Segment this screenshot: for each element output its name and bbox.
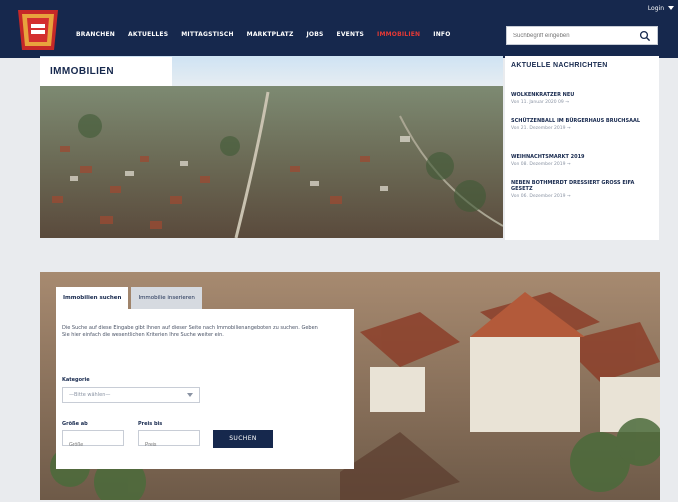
search-input[interactable] <box>513 31 639 41</box>
category-select-value: —Bitte wählen— <box>69 392 111 398</box>
nav-item-branchen[interactable]: BRANCHEN <box>76 31 115 38</box>
search-icon[interactable] <box>639 30 651 42</box>
nav-item-immobilien[interactable]: IMMOBILIEN <box>377 31 420 38</box>
news-item-date: Von 06. Dezember 2019 → <box>511 194 571 199</box>
nav-item-jobs[interactable]: JOBS <box>307 31 324 38</box>
price-label: Preis bis <box>138 421 163 427</box>
chevron-down-icon[interactable] <box>668 6 674 10</box>
news-item-title[interactable]: SCHÜTZENBALL IM BÜRGERHAUS BRUCHSAAL <box>511 118 651 124</box>
chevron-down-icon <box>187 393 193 397</box>
nav-item-info[interactable]: INFO <box>433 31 450 38</box>
price-field[interactable] <box>138 430 200 452</box>
news-item-title[interactable]: WOLKENKRATZER NEU <box>511 92 651 98</box>
news-heading: AKTUELLE NACHRICHTEN <box>511 62 608 69</box>
news-item[interactable]: WOLKENKRATZER NEU Von 11. Januar 2020 09… <box>511 92 651 105</box>
main-nav: BRANCHEN AKTUELLES MITTAGSTISCH MARKTPLA… <box>76 31 451 38</box>
news-item-date: Von 11. Januar 2020 09 → <box>511 100 569 105</box>
site-logo[interactable] <box>14 8 62 52</box>
search-intro-text: Die Suche auf diese Eingabe gibt Ihnen a… <box>62 325 318 338</box>
size-field[interactable] <box>62 430 124 452</box>
price-input[interactable] <box>139 438 199 452</box>
tab-search-properties[interactable]: Immobilien suchen <box>56 287 129 309</box>
page-title: IMMOBILIEN <box>50 66 114 77</box>
page-title-box: IMMOBILIEN <box>40 57 172 86</box>
search-panel: Die Suche auf diese Eingabe gibt Ihnen a… <box>56 309 354 469</box>
news-item-title[interactable]: WEIHNACHTSMARKT 2019 <box>511 154 651 160</box>
news-item[interactable]: SCHÜTZENBALL IM BÜRGERHAUS BRUCHSAAL Von… <box>511 118 651 131</box>
login-link[interactable]: Login <box>648 5 664 12</box>
size-input[interactable] <box>63 438 123 452</box>
size-label: Größe ab <box>62 421 88 427</box>
nav-item-events[interactable]: EVENTS <box>337 31 364 38</box>
news-item[interactable]: WEIHNACHTSMARKT 2019 Von 08. Dezember 20… <box>511 154 651 167</box>
nav-item-aktuelles[interactable]: AKTUELLES <box>128 31 168 38</box>
top-navigation-bar: BRANCHEN AKTUELLES MITTAGSTISCH MARKTPLA… <box>0 0 678 58</box>
category-select[interactable]: —Bitte wählen— <box>62 387 200 403</box>
property-search-card: Immobilien suchen Immobilie inserieren D… <box>56 287 354 469</box>
nav-item-marktplatz[interactable]: MARKTPLATZ <box>247 31 294 38</box>
news-item-date: Von 08. Dezember 2019 → <box>511 162 571 167</box>
search-tabs: Immobilien suchen Immobilie inserieren <box>56 287 202 309</box>
news-item[interactable]: NEBEN BOTHMERDT DRESSIERT GROSS EIFA GES… <box>511 180 651 199</box>
search-submit-button[interactable]: SUCHEN <box>213 430 273 448</box>
news-item-date: Von 21. Dezember 2019 → <box>511 126 571 131</box>
category-label: Kategorie <box>62 377 90 383</box>
logo-emblem-icon <box>18 10 58 50</box>
nav-item-mittagstisch[interactable]: MITTAGSTISCH <box>181 31 233 38</box>
news-sidebar: AKTUELLE NACHRICHTEN WOLKENKRATZER NEU V… <box>505 56 659 240</box>
news-item-title[interactable]: NEBEN BOTHMERDT DRESSIERT GROSS EIFA GES… <box>511 180 651 192</box>
tab-list-property[interactable]: Immobilie inserieren <box>131 287 202 309</box>
search-box[interactable] <box>506 26 658 45</box>
